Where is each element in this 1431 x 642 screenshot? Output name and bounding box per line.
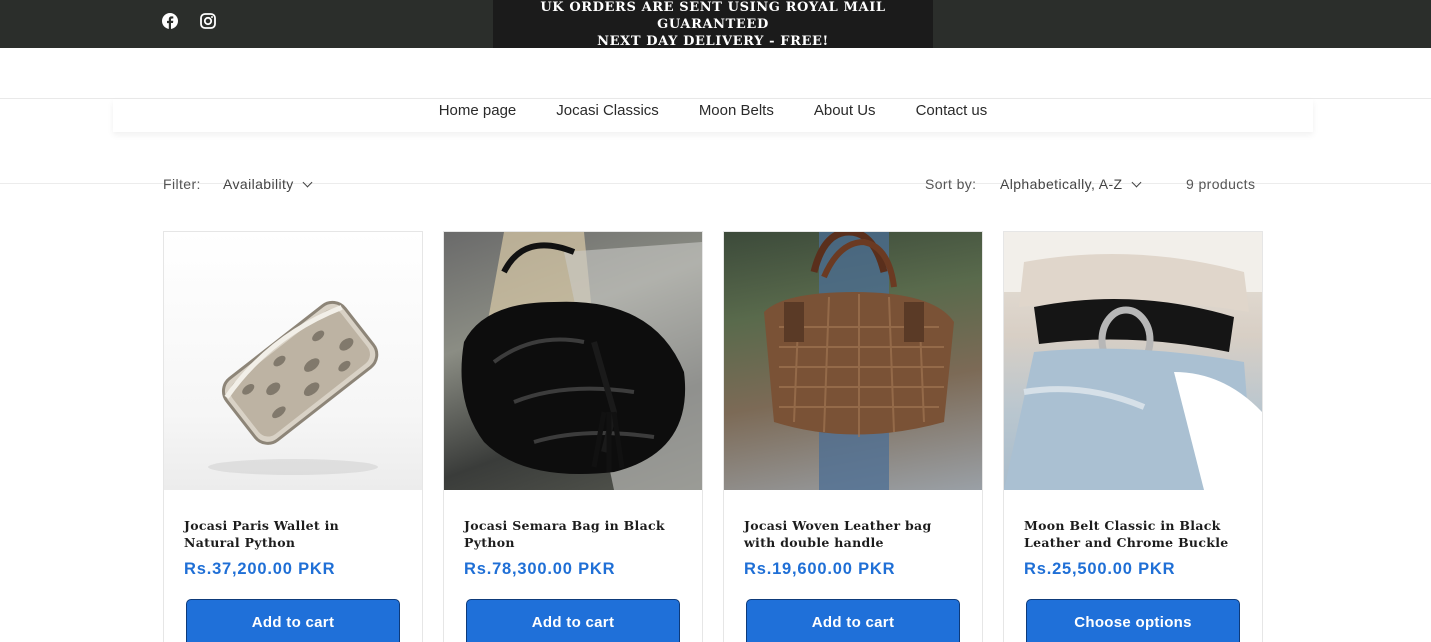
- sort-value: Alphabetically, A-Z: [1000, 176, 1123, 192]
- product-price: Rs.37,200.00 PKR: [184, 560, 336, 578]
- announcement-bar: UK ORDERS ARE SENT USING ROYAL MAIL GUAR…: [0, 0, 1431, 49]
- product-card[interactable]: Moon Belt Classic in Black Leather and C…: [1003, 231, 1263, 642]
- product-card[interactable]: Jocasi Woven Leather bag with double han…: [723, 231, 983, 642]
- facebook-icon[interactable]: [160, 11, 180, 31]
- add-to-cart-button[interactable]: Add to cart: [746, 599, 960, 642]
- product-card[interactable]: Jocasi Paris Wallet in Natural Python Rs…: [163, 231, 423, 642]
- add-to-cart-button[interactable]: Add to cart: [466, 599, 680, 642]
- chevron-down-icon: [1131, 177, 1141, 187]
- announcement-line-2: NEXT DAY DELIVERY - FREE!: [597, 33, 829, 49]
- product-image[interactable]: [444, 232, 702, 490]
- availability-filter[interactable]: Availability: [223, 176, 313, 192]
- announcement-line-1: UK ORDERS ARE SENT USING ROYAL MAIL GUAR…: [540, 0, 886, 32]
- product-title[interactable]: Jocasi Semara Bag in Black Python: [464, 517, 679, 551]
- product-image[interactable]: [1004, 232, 1262, 490]
- nav-item-contact-us[interactable]: Contact us: [896, 99, 1008, 132]
- nav-item-about-us[interactable]: About Us: [794, 99, 896, 132]
- product-price: Rs.19,600.00 PKR: [744, 560, 896, 578]
- product-image[interactable]: [724, 232, 982, 490]
- chevron-down-icon: [302, 177, 313, 187]
- filter-label: Filter:: [163, 176, 201, 192]
- product-title[interactable]: Jocasi Woven Leather bag with double han…: [744, 517, 959, 551]
- announcement-text: UK ORDERS ARE SENT USING ROYAL MAIL GUAR…: [493, 0, 933, 49]
- add-to-cart-button[interactable]: Add to cart: [186, 599, 400, 642]
- product-title[interactable]: Moon Belt Classic in Black Leather and C…: [1024, 517, 1239, 551]
- sort-label: Sort by:: [925, 176, 977, 192]
- product-price: Rs.78,300.00 PKR: [464, 560, 616, 578]
- nav-item-jocasi-classics[interactable]: Jocasi Classics: [536, 99, 679, 132]
- instagram-icon[interactable]: [198, 11, 218, 31]
- product-count: 9 products: [1186, 176, 1256, 192]
- product-title[interactable]: Jocasi Paris Wallet in Natural Python: [184, 517, 399, 551]
- product-card[interactable]: Jocasi Semara Bag in Black Python Rs.78,…: [443, 231, 703, 642]
- availability-label: Availability: [223, 176, 294, 192]
- main-nav: Home page Jocasi Classics Moon Belts Abo…: [113, 99, 1313, 132]
- nav-item-moon-belts[interactable]: Moon Belts: [679, 99, 794, 132]
- sort-select[interactable]: Alphabetically, A-Z: [1000, 176, 1141, 192]
- product-image[interactable]: [164, 232, 422, 490]
- product-price: Rs.25,500.00 PKR: [1024, 560, 1176, 578]
- nav-item-home[interactable]: Home page: [419, 99, 537, 132]
- choose-options-button[interactable]: Choose options: [1026, 599, 1240, 642]
